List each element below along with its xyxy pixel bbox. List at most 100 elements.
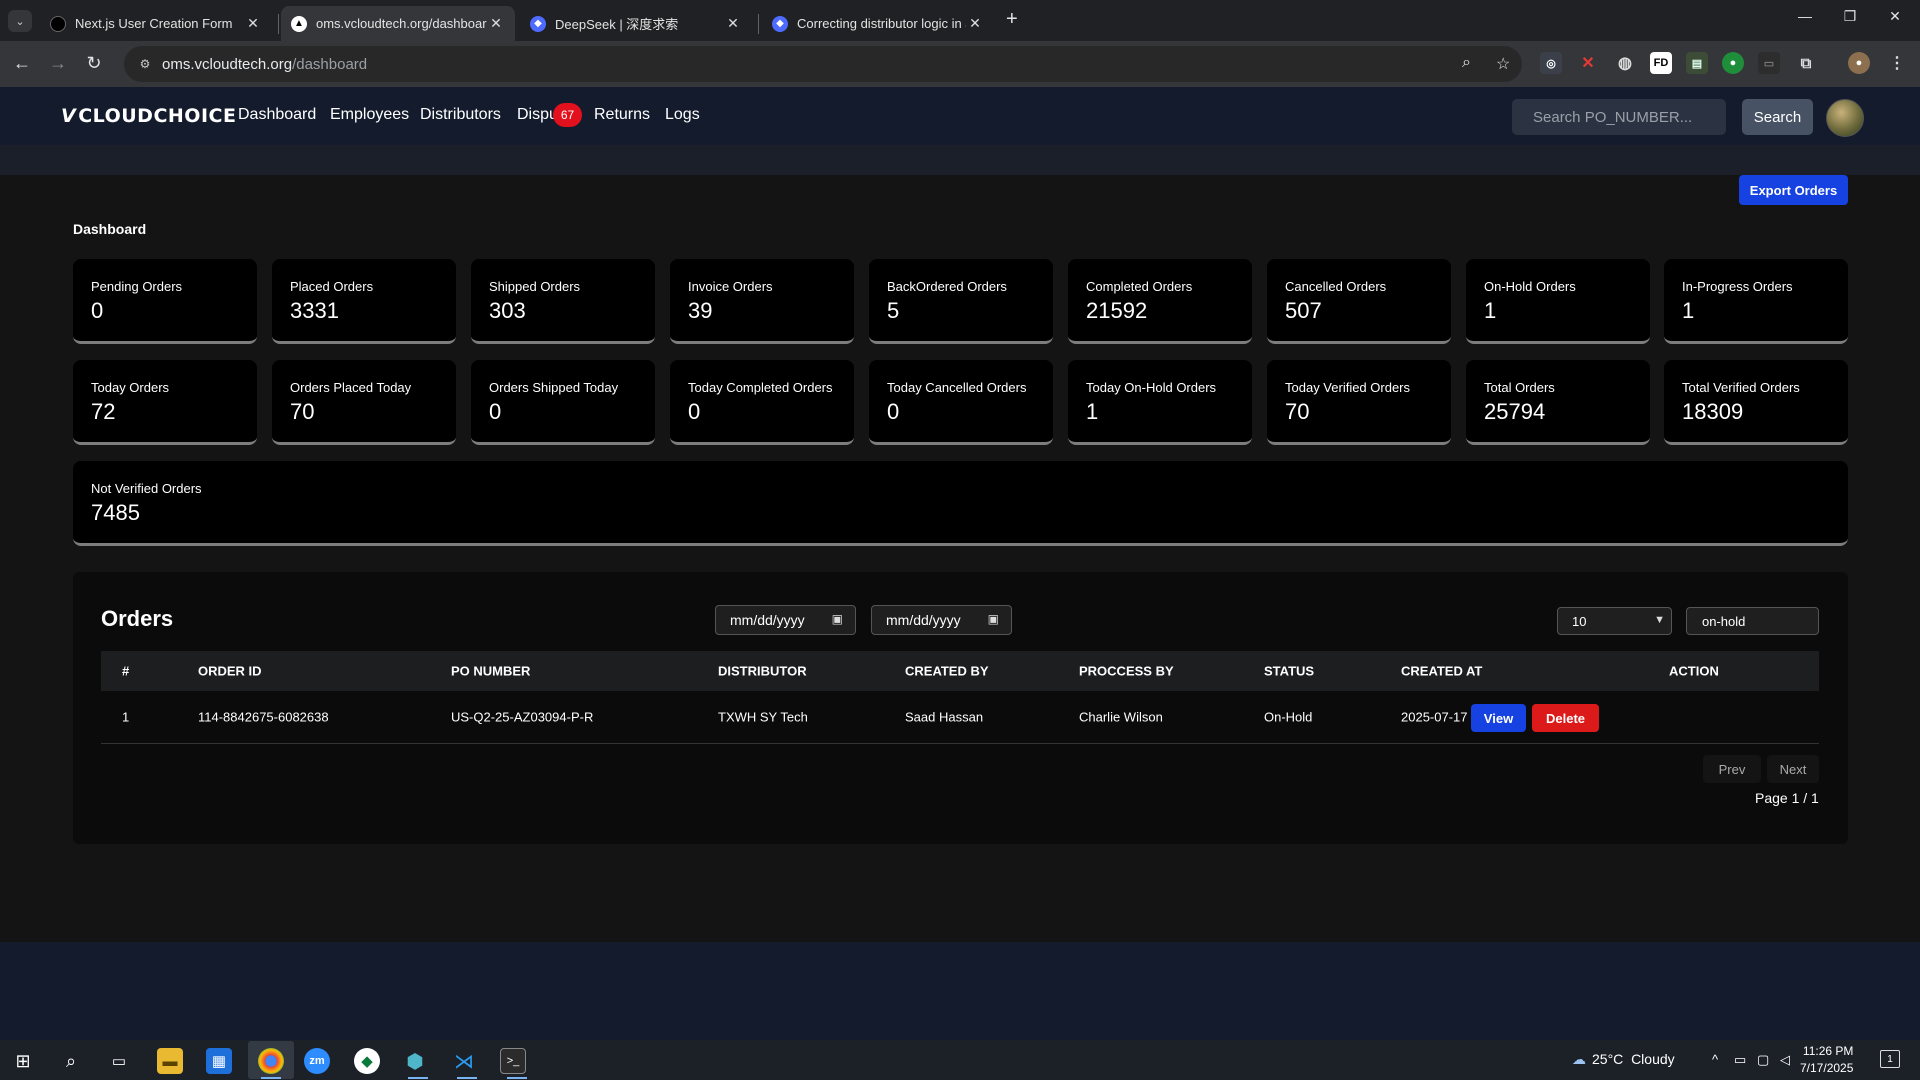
- nav-employees[interactable]: Employees: [330, 106, 409, 124]
- windows-start-icon[interactable]: ⊞: [10, 1048, 36, 1074]
- user-avatar[interactable]: [1826, 99, 1864, 137]
- browser-tab[interactable]: ◆ Correcting distributor logic in Ja ✕: [762, 6, 994, 41]
- url-text[interactable]: oms.vcloudtech.org/dashboard: [162, 56, 367, 73]
- stat-value: 5: [887, 298, 900, 323]
- extension-x-icon[interactable]: ✕: [1577, 52, 1599, 74]
- terminal-icon[interactable]: >_: [500, 1048, 526, 1074]
- stat-label: Shipped Orders: [489, 279, 581, 294]
- weather-temp: 25°C: [1592, 1051, 1624, 1067]
- stat-card-shipped-today: Orders Shipped Today 0: [471, 360, 655, 445]
- delete-order-button[interactable]: Delete: [1532, 704, 1599, 732]
- extension-disabled-icon[interactable]: ▭: [1758, 52, 1780, 74]
- stat-value: 72: [91, 399, 116, 424]
- site-info-icon[interactable]: ⚙: [134, 53, 156, 75]
- mongodb-compass-icon[interactable]: ◆: [354, 1048, 380, 1074]
- stat-card-total: Total Orders 25794: [1466, 360, 1650, 445]
- tab-divider: [758, 14, 759, 34]
- date-to-input[interactable]: mm/dd/yyyy ▣: [871, 605, 1012, 635]
- date-placeholder: mm/dd/yyyy: [730, 612, 805, 628]
- bookmark-star-icon[interactable]: ☆: [1496, 54, 1510, 74]
- nav-logs[interactable]: Logs: [665, 106, 700, 124]
- app-footer-area: [0, 942, 1920, 1045]
- close-window-icon[interactable]: ✕: [1880, 8, 1910, 25]
- chrome-icon[interactable]: [258, 1048, 284, 1074]
- status-filter-input[interactable]: on-hold: [1686, 607, 1819, 635]
- search-icon[interactable]: ⌕: [58, 1048, 84, 1074]
- battery-icon[interactable]: ▭: [1734, 1052, 1746, 1068]
- browser-tab[interactable]: ◆ DeepSeek | 深度求索 ✕: [520, 6, 752, 41]
- zoom-app-icon[interactable]: zm: [304, 1048, 330, 1074]
- reload-icon[interactable]: ↻: [82, 53, 106, 74]
- browser-tab-active[interactable]: ▲ oms.vcloudtech.org/dashboard ✕: [281, 6, 515, 41]
- extension-fd-icon[interactable]: FD: [1650, 52, 1672, 74]
- search-button[interactable]: Search: [1742, 99, 1813, 135]
- stat-value: 70: [1285, 399, 1310, 424]
- task-view-icon[interactable]: ▭: [106, 1048, 132, 1074]
- weather-widget[interactable]: ☁ 25°C Cloudy: [1572, 1051, 1675, 1068]
- address-bar[interactable]: ⚙ oms.vcloudtech.org/dashboard ⌕ ☆: [124, 46, 1522, 82]
- close-tab-icon[interactable]: ✕: [487, 15, 505, 32]
- stat-value: 70: [290, 399, 315, 424]
- view-order-button[interactable]: View: [1471, 704, 1526, 732]
- notification-center-icon[interactable]: 1: [1880, 1050, 1900, 1068]
- restore-icon[interactable]: ❐: [1835, 8, 1865, 25]
- nav-distributors[interactable]: Distributors: [420, 106, 501, 124]
- extension-image-icon[interactable]: ▤: [1686, 52, 1708, 74]
- stat-card-cancelled-today: Today Cancelled Orders 0: [869, 360, 1053, 445]
- calendar-icon[interactable]: ▣: [988, 612, 999, 626]
- extension-green-icon[interactable]: ●: [1722, 52, 1744, 74]
- minimize-icon[interactable]: —: [1790, 8, 1820, 24]
- browser-tab[interactable]: Next.js User Creation Form ✕: [40, 6, 272, 41]
- row-distributor: TXWH SY Tech: [718, 709, 808, 725]
- next-page-button[interactable]: Next: [1767, 755, 1819, 783]
- stat-value: 18309: [1682, 399, 1744, 424]
- date-from-input[interactable]: mm/dd/yyyy ▣: [715, 605, 856, 635]
- close-tab-icon[interactable]: ✕: [244, 15, 262, 32]
- po-number-search-input[interactable]: [1512, 99, 1726, 135]
- tab-search-button[interactable]: ⌄: [8, 10, 32, 32]
- volume-icon[interactable]: ◁: [1780, 1052, 1790, 1068]
- app-diamond-icon[interactable]: ⬢: [402, 1048, 428, 1074]
- stat-value: 39: [688, 298, 713, 323]
- logo-v-mark: V: [61, 105, 77, 127]
- stat-label: Cancelled Orders: [1285, 279, 1387, 294]
- stat-value: 303: [489, 298, 526, 323]
- file-explorer-icon[interactable]: ▬: [157, 1048, 183, 1074]
- col-status: STATUS: [1264, 663, 1315, 679]
- cloudchoice-logo[interactable]: V CLOUDCHOICE: [61, 105, 236, 127]
- network-icon[interactable]: ▢: [1757, 1052, 1769, 1068]
- calendar-icon[interactable]: ▣: [832, 612, 843, 626]
- profile-avatar-icon[interactable]: ●: [1848, 52, 1870, 74]
- new-tab-button[interactable]: +: [1006, 8, 1018, 31]
- stat-card-on-hold: On-Hold Orders 1: [1466, 259, 1650, 344]
- export-orders-button[interactable]: Export Orders: [1739, 175, 1848, 205]
- browser-tab-bar: ⌄ Next.js User Creation Form ✕ ▲ oms.vcl…: [0, 0, 1920, 41]
- stat-value: 507: [1285, 298, 1322, 323]
- extension-glasses-icon[interactable]: ◎: [1540, 52, 1562, 74]
- forward-arrow-icon[interactable]: →: [46, 53, 70, 74]
- stat-label: Today Orders: [91, 380, 170, 395]
- active-indicator: [261, 1077, 281, 1079]
- more-menu-icon[interactable]: ⋮: [1886, 52, 1908, 74]
- vscode-icon[interactable]: ⋊: [451, 1048, 477, 1074]
- nav-disputes[interactable]: Dispu: [517, 106, 558, 124]
- extensions-puzzle-icon[interactable]: ⧉: [1795, 52, 1817, 74]
- stat-card-completed-today: Today Completed Orders 0: [670, 360, 854, 445]
- close-tab-icon[interactable]: ✕: [724, 15, 742, 32]
- store-icon[interactable]: ▦: [206, 1048, 232, 1074]
- stat-value: 1: [1484, 298, 1497, 323]
- nav-returns[interactable]: Returns: [594, 106, 650, 124]
- extension-globe-icon[interactable]: ◍: [1614, 52, 1636, 74]
- stat-value: 21592: [1086, 298, 1148, 323]
- prev-page-button[interactable]: Prev: [1703, 755, 1761, 783]
- page-size-select[interactable]: 10 ▼: [1557, 607, 1672, 635]
- url-path: /dashboard: [292, 55, 368, 73]
- stat-card-today: Today Orders 72: [73, 360, 257, 445]
- nav-dashboard[interactable]: Dashboard: [238, 106, 316, 124]
- zoom-icon[interactable]: ⌕: [1462, 54, 1471, 72]
- app-viewport: V CLOUDCHOICE Dashboard Employees Distrib…: [0, 87, 1920, 1045]
- system-clock[interactable]: 11:26 PM 7/17/2025: [1800, 1043, 1853, 1077]
- back-arrow-icon[interactable]: ←: [10, 53, 34, 74]
- chevron-up-icon[interactable]: ^: [1712, 1052, 1718, 1067]
- close-tab-icon[interactable]: ✕: [966, 15, 984, 32]
